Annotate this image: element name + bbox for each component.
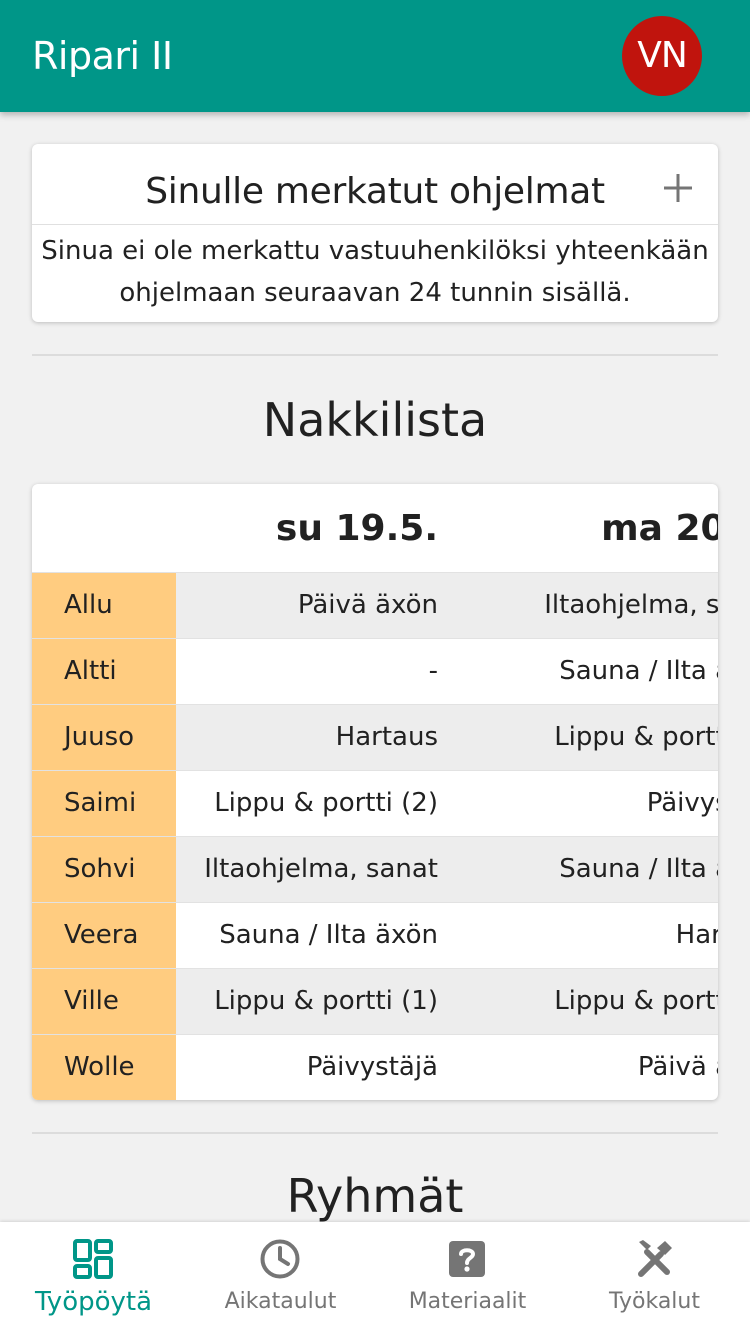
app-bar: Ripari II VN <box>0 0 750 112</box>
person-name: Juuso <box>32 705 176 771</box>
nav-label: Työpöytä <box>34 1287 153 1317</box>
person-name: Wolle <box>32 1035 176 1100</box>
app-title: Ripari II <box>32 34 173 78</box>
duty-cell: Päivä äxön <box>637 1052 718 1082</box>
nav-item-tyopoyta[interactable]: Työpöytä <box>0 1222 187 1334</box>
nav-label: Materiaalit <box>408 1289 527 1314</box>
nakkilista-title: Nakkilista <box>262 393 488 447</box>
duty-cell: Lippu & portti (2) <box>554 986 718 1016</box>
nav-item-aikataulut[interactable]: Aikataulut <box>187 1222 374 1334</box>
person-name: Ville <box>32 969 176 1035</box>
duty-cell: - <box>428 656 438 686</box>
person-name: Altti <box>32 639 176 705</box>
table-row: Altti - Sauna / Ilta äxön <box>32 638 718 705</box>
message-line-1: Sinua ei ole merkattu vastuuhenkilöksi y… <box>41 236 709 266</box>
duty-cell: Päivystäjä <box>306 1052 438 1082</box>
duty-cell: Lippu & portti (1) <box>214 986 438 1016</box>
table-row: Saimi Lippu & portti (2) Päivystäjä <box>32 770 718 837</box>
dashboard-icon <box>73 1239 113 1279</box>
duty-cell: Hartaus <box>675 920 718 950</box>
table-row: Allu Päivä äxön Iltaohjelma, sanat <box>32 572 718 639</box>
duty-cell: Sauna / Ilta äxön <box>559 656 718 686</box>
day-header: su 19.5. <box>275 508 438 549</box>
duty-cell: Sauna / Ilta äxön <box>219 920 438 950</box>
table-row: Wolle Päivystäjä Päivä äxön <box>32 1034 718 1100</box>
duty-cell: Lippu & portti (1) <box>554 722 718 752</box>
table-row: Sohvi Iltaohjelma, sanat Sauna / Ilta äx… <box>32 836 718 903</box>
duty-cell: Sauna / Ilta äxön <box>559 854 718 884</box>
message-line-2: ohjelmaan seuraavan 24 tunnin sisällä. <box>119 278 631 308</box>
user-avatar[interactable]: VN <box>622 16 702 96</box>
card-divider <box>32 224 718 225</box>
day-header: ma 20.5. <box>601 508 718 549</box>
nav-item-tyokalut[interactable]: Työkalut <box>561 1222 748 1334</box>
assigned-programs-card: Sinulle merkatut ohjelmat Sinua ei ole m… <box>32 144 718 322</box>
table-row: Juuso Hartaus Lippu & portti (1) <box>32 704 718 771</box>
bottom-navigation: Työpöytä Aikataulut Materiaalit Työkalut <box>0 1222 750 1334</box>
assigned-programs-title: Sinulle merkatut ohjelmat <box>145 171 605 212</box>
table-row: Veera Sauna / Ilta äxön Hartaus <box>32 902 718 969</box>
duty-cell: Päivystäjä <box>646 788 718 818</box>
table-row: Ville Lippu & portti (1) Lippu & portti … <box>32 968 718 1035</box>
assigned-programs-message: Sinua ei ole merkattu vastuuhenkilöksi y… <box>32 230 718 314</box>
add-program-button[interactable] <box>652 162 704 214</box>
person-name: Sohvi <box>32 837 176 903</box>
duty-cell: Iltaohjelma, sanat <box>204 854 438 884</box>
person-name: Veera <box>32 903 176 969</box>
ryhmat-title: Ryhmät <box>286 1169 464 1223</box>
duty-cell: Hartaus <box>335 722 438 752</box>
section-divider <box>32 354 718 356</box>
tools-icon <box>638 1240 672 1277</box>
nav-label: Työkalut <box>608 1289 700 1314</box>
nakkilista-table[interactable]: su 19.5. ma 20.5. Allu Päivä äxön Iltaoh… <box>32 484 718 1100</box>
nav-item-materiaalit[interactable]: Materiaalit <box>374 1222 561 1334</box>
duty-cell: Lippu & portti (2) <box>214 788 438 818</box>
duty-cell: Iltaohjelma, sanat <box>544 590 718 620</box>
table-header: su 19.5. ma 20.5. <box>32 484 718 572</box>
person-name: Saimi <box>32 771 176 837</box>
help-box-icon <box>449 1241 485 1277</box>
duty-cell: Päivä äxön <box>297 590 438 620</box>
nav-label: Aikataulut <box>224 1289 337 1314</box>
person-name: Allu <box>32 573 176 639</box>
clock-icon <box>260 1239 300 1279</box>
section-divider <box>32 1132 718 1134</box>
plus-icon <box>664 174 692 202</box>
